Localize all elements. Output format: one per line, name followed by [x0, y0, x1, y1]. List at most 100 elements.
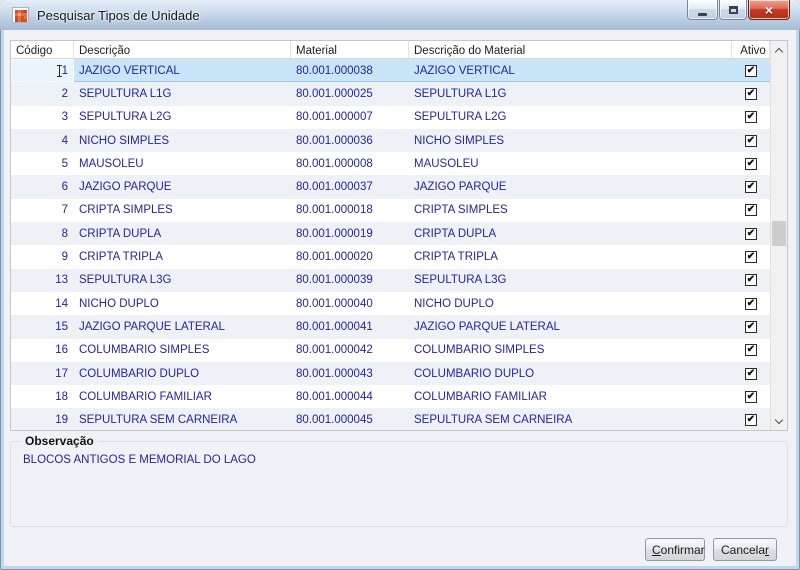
- cell-material: 80.001.000041: [296, 320, 373, 333]
- table-header: Código Descrição Material Descrição do M…: [11, 41, 787, 59]
- cell-ativo: ✔: [732, 152, 770, 175]
- table-row[interactable]: 19 SEPULTURA SEM CARNEIRA 80.001.000045 SEP…: [11, 408, 770, 430]
- cell-material: 80.001.000019: [296, 227, 373, 240]
- table-row[interactable]: 4 NICHO SIMPLES 80.001.000036 NICHO SIMPLES…: [11, 128, 770, 153]
- cancel-button[interactable]: Cancelar: [713, 538, 777, 561]
- cell-descricao-material: NICHO SIMPLES: [414, 134, 505, 147]
- cell-codigo: 18: [55, 390, 68, 403]
- cell-ativo: ✔: [732, 199, 770, 222]
- minimize-button[interactable]: [687, 0, 718, 20]
- ativo-checkbox[interactable]: ✔: [745, 181, 757, 194]
- maximize-button[interactable]: [719, 0, 747, 20]
- confirm-button[interactable]: Confirmar: [645, 538, 705, 561]
- cell-descricao: COLUMBARIO FAMILIAR: [79, 390, 212, 403]
- cell-descricao: CRIPTA DUPLA: [79, 227, 162, 240]
- cell-material: 80.001.000045: [296, 414, 373, 427]
- close-icon: ×: [764, 1, 774, 18]
- cell-material: 80.001.000040: [296, 297, 373, 310]
- ativo-checkbox[interactable]: ✔: [745, 111, 757, 124]
- table-row[interactable]: 16 COLUMBARIO SIMPLES 80.001.000042 COLUMBA…: [11, 338, 770, 362]
- table-body: 1 JAZIGO VERTICAL 80.001.000038 JAZIGO VERT…: [11, 59, 770, 430]
- ativo-checkbox[interactable]: ✔: [745, 344, 757, 357]
- cell-codigo: 17: [55, 367, 68, 380]
- cell-ativo: ✔: [732, 385, 770, 408]
- column-header-material[interactable]: Material: [291, 41, 409, 58]
- cell-ativo: ✔: [732, 245, 770, 268]
- vertical-scrollbar[interactable]: [770, 41, 787, 430]
- cell-codigo[interactable]: 1: [11, 59, 74, 83]
- column-header-codigo[interactable]: Código: [11, 41, 74, 58]
- cell-descricao: COLUMBARIO DUPLO: [79, 367, 200, 380]
- cell-material: 80.001.000025: [296, 87, 373, 100]
- app-icon: [12, 7, 29, 23]
- table-row[interactable]: 7 CRIPTA SIMPLES 80.001.000018 CRIPTA SIMPL…: [11, 198, 770, 223]
- cell-descricao: JAZIGO VERTICAL: [79, 64, 180, 77]
- table-row[interactable]: 6 JAZIGO PARQUE 80.001.000037 JAZIGO PARQUE…: [11, 175, 770, 199]
- cell-descricao: JAZIGO PARQUE: [79, 181, 172, 194]
- table-row[interactable]: 5 MAUSOLEU 80.001.000008 MAUSOLEU ✔: [11, 152, 770, 176]
- cell-descricao: CRIPTA TRIPLA: [79, 251, 163, 264]
- cell-ativo: ✔: [732, 222, 770, 245]
- cell-descricao-material: SEPULTURA L1G: [414, 87, 507, 100]
- ativo-checkbox[interactable]: ✔: [745, 251, 757, 264]
- cell-descricao-material: JAZIGO PARQUE: [414, 181, 507, 194]
- ativo-checkbox[interactable]: ✔: [745, 297, 757, 310]
- cell-codigo: 7: [61, 204, 68, 217]
- cell-descricao-material: SEPULTURA L3G: [414, 274, 507, 287]
- cell-descricao-material: MAUSOLEU: [414, 157, 479, 170]
- cell-ativo: ✔: [732, 129, 770, 152]
- cell-descricao-material: SEPULTURA L2G: [414, 111, 507, 124]
- table-row[interactable]: 9 CRIPTA TRIPLA 80.001.000020 CRIPTA TRIPLA…: [11, 245, 770, 269]
- scrollbar-thumb[interactable]: [772, 221, 786, 246]
- cell-descricao-material: COLUMBARIO DUPLO: [414, 367, 535, 380]
- scroll-up-button[interactable]: [771, 41, 787, 58]
- column-header-ativo[interactable]: Ativo: [732, 41, 770, 58]
- ativo-checkbox[interactable]: ✔: [745, 390, 757, 403]
- cell-ativo: ✔: [732, 175, 770, 198]
- dialog-window: Pesquisar Tipos de Unidade × Código Desc…: [0, 0, 800, 570]
- ativo-checkbox[interactable]: ✔: [745, 274, 757, 287]
- cell-ativo: ✔: [732, 106, 770, 129]
- cell-material: 80.001.000042: [296, 344, 373, 357]
- table-row[interactable]: 17 COLUMBARIO DUPLO 80.001.000043 COLUMBARI…: [11, 361, 770, 386]
- cell-material: 80.001.000043: [296, 367, 373, 380]
- title-bar[interactable]: Pesquisar Tipos de Unidade ×: [0, 0, 800, 30]
- observacao-label: Observação: [21, 434, 98, 448]
- table-row[interactable]: 18 COLUMBARIO FAMILIAR 80.001.000044 COLUMB…: [11, 385, 770, 409]
- cell-descricao-material: COLUMBARIO SIMPLES: [414, 344, 545, 357]
- ativo-checkbox[interactable]: ✔: [745, 414, 757, 427]
- column-header-descricao-material[interactable]: Descrição do Material: [409, 41, 732, 58]
- ativo-checkbox[interactable]: ✔: [745, 64, 757, 77]
- ativo-checkbox[interactable]: ✔: [745, 157, 757, 170]
- cell-ativo: ✔: [732, 59, 770, 82]
- cell-descricao: JAZIGO PARQUE LATERAL: [79, 320, 225, 333]
- table-row[interactable]: 3 SEPULTURA L2G 80.001.000007 SEPULTURA L2G…: [11, 105, 770, 129]
- cell-material: 80.001.000018: [296, 204, 373, 217]
- cell-codigo: 14: [55, 297, 68, 310]
- table-row[interactable]: 1 JAZIGO VERTICAL 80.001.000038 JAZIGO VERT…: [11, 59, 770, 83]
- table-row[interactable]: 14 NICHO DUPLO 80.001.000040 NICHO DUPLO ✔: [11, 291, 770, 316]
- observacao-text: BLOCOS ANTIGOS E MEMORIAL DO LAGO: [23, 454, 256, 466]
- table-row[interactable]: 15 JAZIGO PARQUE LATERAL 80.001.000041 JAZI…: [11, 315, 770, 339]
- ativo-checkbox[interactable]: ✔: [745, 227, 757, 240]
- table-row[interactable]: 8 CRIPTA DUPLA 80.001.000019 CRIPTA DUPLA ✔: [11, 222, 770, 246]
- cell-descricao-material: SEPULTURA SEM CARNEIRA: [414, 414, 573, 427]
- cell-descricao-material: CRIPTA SIMPLES: [414, 204, 508, 217]
- cell-codigo: 3: [61, 111, 68, 124]
- cell-codigo: 5: [61, 157, 68, 170]
- table-row[interactable]: 13 SEPULTURA L3G 80.001.000039 SEPULTURA L3…: [11, 268, 770, 292]
- minimize-icon: [698, 12, 707, 16]
- cell-material: 80.001.000044: [296, 390, 373, 403]
- column-header-descricao[interactable]: Descrição: [74, 41, 291, 58]
- scroll-down-button[interactable]: [771, 413, 787, 430]
- cell-material: 80.001.000008: [296, 157, 373, 170]
- cell-material: 80.001.000036: [296, 134, 373, 147]
- ativo-checkbox[interactable]: ✔: [745, 320, 757, 333]
- table-row[interactable]: 2 SEPULTURA L1G 80.001.000025 SEPULTURA L1G…: [11, 82, 770, 106]
- cell-material: 80.001.000037: [296, 181, 373, 194]
- ativo-checkbox[interactable]: ✔: [745, 204, 757, 217]
- ativo-checkbox[interactable]: ✔: [745, 87, 757, 100]
- ativo-checkbox[interactable]: ✔: [745, 367, 757, 380]
- close-button[interactable]: ×: [748, 0, 790, 20]
- ativo-checkbox[interactable]: ✔: [745, 134, 757, 147]
